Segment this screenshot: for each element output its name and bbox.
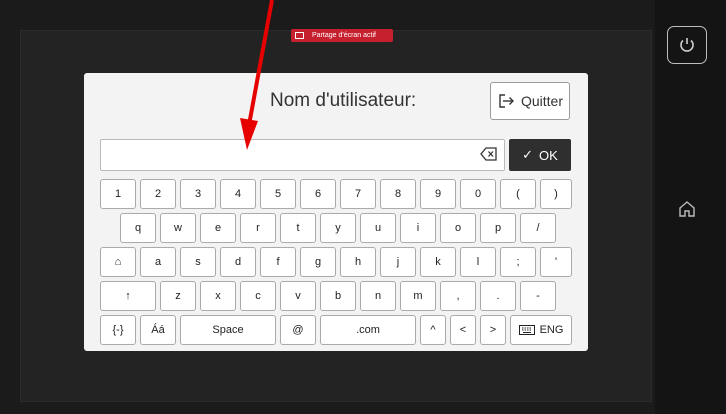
username-input[interactable] [100, 139, 505, 171]
key-shift-lock[interactable]: ⌂ [100, 247, 136, 277]
screen-share-icon [295, 32, 304, 39]
key-a[interactable]: a [140, 247, 176, 277]
key-u[interactable]: u [360, 213, 396, 243]
key-o[interactable]: o [440, 213, 476, 243]
quit-button[interactable]: Quitter [490, 82, 570, 120]
key-left[interactable]: < [450, 315, 476, 345]
key-1[interactable]: 1 [100, 179, 136, 209]
key-t[interactable]: t [280, 213, 316, 243]
quit-label: Quitter [520, 93, 563, 109]
key-c[interactable]: c [240, 281, 276, 311]
screen-share-text: Partage d'écran actif [312, 32, 376, 39]
key-right[interactable]: > [480, 315, 506, 345]
home-icon [679, 201, 695, 217]
key-s[interactable]: s [180, 247, 216, 277]
key-f[interactable]: f [260, 247, 296, 277]
key-n[interactable]: n [360, 281, 396, 311]
backspace-icon [480, 147, 497, 161]
key-6[interactable]: 6 [300, 179, 336, 209]
key-r[interactable]: r [240, 213, 276, 243]
key-z[interactable]: z [160, 281, 196, 311]
key-m[interactable]: m [400, 281, 436, 311]
key-p[interactable]: p [480, 213, 516, 243]
key-close-paren[interactable]: ) [540, 179, 572, 209]
clear-button[interactable] [480, 146, 498, 167]
key-dotcom[interactable]: .com [320, 315, 416, 345]
key-shift[interactable]: ↑ [100, 281, 156, 311]
key-q[interactable]: q [120, 213, 156, 243]
key-accents[interactable]: Áá [140, 315, 176, 345]
key-symbols[interactable]: {-} [100, 315, 136, 345]
key-5[interactable]: 5 [260, 179, 296, 209]
key-b[interactable]: b [320, 281, 356, 311]
check-icon: ✓ [522, 147, 534, 162]
key-v[interactable]: v [280, 281, 316, 311]
key-at[interactable]: @ [280, 315, 316, 345]
key-d[interactable]: d [220, 247, 256, 277]
key-slash[interactable]: / [520, 213, 556, 243]
key-caret[interactable]: ^ [420, 315, 446, 345]
key-h[interactable]: h [340, 247, 376, 277]
key-period[interactable]: . [480, 281, 516, 311]
key-k[interactable]: k [420, 247, 456, 277]
key-4[interactable]: 4 [220, 179, 256, 209]
key-space[interactable]: Space [180, 315, 276, 345]
key-3[interactable]: 3 [180, 179, 216, 209]
keyboard-icon [518, 325, 535, 335]
power-button[interactable] [667, 26, 707, 64]
key-e[interactable]: e [200, 213, 236, 243]
key-y[interactable]: y [320, 213, 356, 243]
screen-share-badge: Partage d'écran actif [291, 29, 393, 42]
home-button[interactable] [673, 195, 701, 223]
key-language-label: ENG [539, 324, 564, 336]
key-comma[interactable]: , [440, 281, 476, 311]
key-open-paren[interactable]: ( [500, 179, 536, 209]
key-language[interactable]: ENG [510, 315, 572, 345]
power-icon [680, 38, 694, 52]
key-g[interactable]: g [300, 247, 336, 277]
key-w[interactable]: w [160, 213, 196, 243]
key-semicolon[interactable]: ; [500, 247, 536, 277]
ok-button[interactable]: ✓ OK [509, 139, 571, 171]
key-2[interactable]: 2 [140, 179, 176, 209]
key-x[interactable]: x [200, 281, 236, 311]
exit-icon [499, 94, 514, 108]
key-apostrophe[interactable]: ' [540, 247, 572, 277]
key-dash[interactable]: - [520, 281, 556, 311]
key-j[interactable]: j [380, 247, 416, 277]
key-9[interactable]: 9 [420, 179, 456, 209]
ok-label: OK [539, 147, 558, 163]
key-7[interactable]: 7 [340, 179, 376, 209]
key-8[interactable]: 8 [380, 179, 416, 209]
key-0[interactable]: 0 [460, 179, 496, 209]
dialog-title: Nom d'utilisateur: [270, 90, 417, 111]
username-dialog: Nom d'utilisateur: Quitter ✓ OK 1 2 3 4 [84, 73, 588, 351]
key-i[interactable]: i [400, 213, 436, 243]
key-l[interactable]: l [460, 247, 496, 277]
